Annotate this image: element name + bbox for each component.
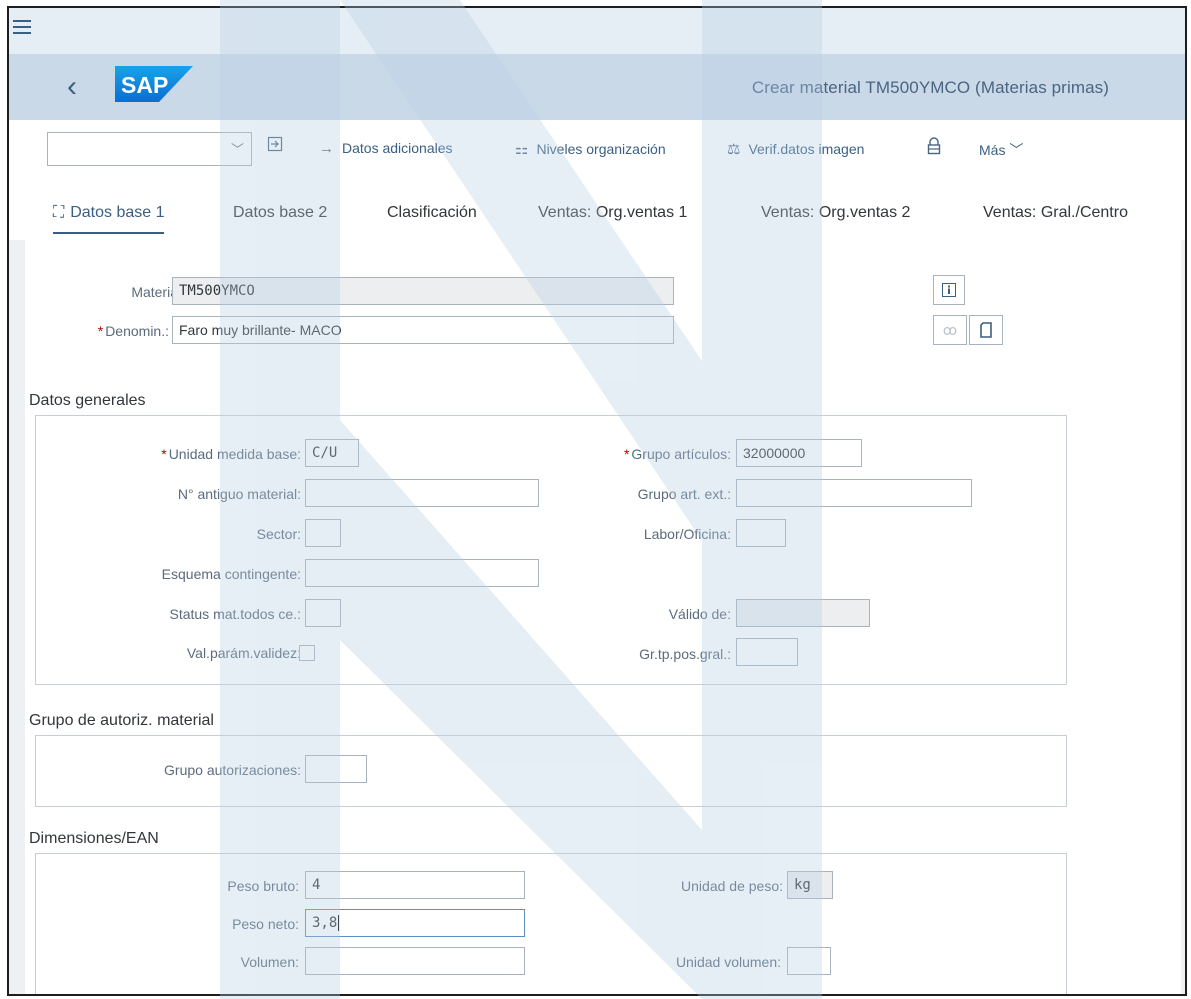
chevron-down-icon[interactable]: ﹀ — [231, 139, 245, 157]
tab-ventas-org-ventas-2[interactable]: Ventas: Org.ventas 2 — [761, 204, 910, 222]
content-area: Material: TM500YMCO * Denomin.: Faro muy … — [9, 240, 1185, 994]
hamburger-menu-icon[interactable] — [13, 20, 31, 36]
volumen-field[interactable] — [305, 947, 525, 975]
chevron-down-icon: ﹀ — [1009, 142, 1024, 158]
section-dimensiones-ean: Dimensiones/EAN — [29, 830, 159, 847]
labor-oficina-field[interactable] — [736, 519, 786, 547]
info-icon[interactable] — [933, 275, 965, 305]
lock-icon[interactable] — [927, 137, 941, 158]
text-caret — [338, 915, 340, 931]
material-field[interactable]: TM500YMCO — [172, 277, 674, 305]
tab-datos-base-1[interactable]: ⛶ Datos base 1 — [53, 204, 165, 234]
tab-ventas-gral-centro[interactable]: Ventas: Gral./Centro — [983, 204, 1128, 222]
valido-de-field[interactable] — [736, 599, 870, 627]
arrow-right-icon: → — [319, 140, 334, 157]
grupo-autorizaciones-field[interactable] — [305, 755, 367, 783]
val-param-validez-label: Val.parám.validez: — [186, 645, 301, 661]
section-datos-generales: Datos generales — [29, 392, 146, 409]
svg-text:SAP: SAP — [121, 72, 168, 98]
gr-tp-pos-gral-label: Gr.tp.pos.gral.: — [639, 646, 731, 662]
peso-bruto-field[interactable]: 4 — [305, 871, 525, 899]
org-levels-icon: ⚏ — [515, 141, 529, 158]
esquema-contingente-field[interactable] — [305, 559, 539, 587]
val-param-validez-checkbox[interactable] — [299, 645, 315, 661]
toolbar-datos-adicionales[interactable]: → Datos adicionales — [319, 140, 453, 157]
no-antiguo-material-field[interactable] — [305, 479, 539, 507]
unidad-de-peso-field[interactable]: kg — [787, 871, 833, 899]
grupo-articulos-label: * Grupo artículos: — [623, 446, 731, 462]
toolbar-mas[interactable]: Más ﹀ — [979, 140, 1023, 160]
unidad-medida-base-label: * Unidad medida base: — [161, 446, 301, 462]
toolbar-niveles-organizacion[interactable]: ⚏ Niveles organización — [515, 140, 666, 158]
save-as-icon[interactable] — [267, 136, 283, 155]
no-antiguo-material-label: N° antiguo material: — [177, 486, 301, 502]
section-grupo-autoriz: Grupo de autoriz. material — [29, 712, 214, 729]
material-icon: ⛶ — [53, 204, 65, 221]
grupo-art-ext-field[interactable] — [736, 479, 972, 507]
unidad-volumen-label: Unidad volumen: — [675, 954, 781, 970]
app-title: Crear material TM500YMCO (Materias prima… — [751, 78, 1109, 97]
denomin-field[interactable]: Faro muy brillante- MACO — [172, 316, 674, 344]
tab-datos-base-2[interactable]: Datos base 2 — [233, 204, 327, 222]
peso-bruto-label: Peso bruto: — [227, 878, 299, 894]
status-mat-field[interactable] — [305, 599, 341, 627]
back-arrow-icon[interactable]: ‹ — [57, 70, 87, 104]
shell-bar: ‹ SAP Crear material TM500YMCO (Materias… — [9, 54, 1185, 120]
grupo-art-ext-label: Grupo art. ext.: — [637, 486, 731, 502]
material-label: Material: — [131, 284, 185, 300]
peso-neto-field[interactable]: 3,8 — [305, 909, 525, 937]
gr-tp-pos-gral-field[interactable] — [736, 638, 798, 666]
sector-label: Sector: — [256, 526, 301, 542]
balance-check-icon: ⚖ — [727, 141, 741, 158]
volumen-label: Volumen: — [240, 954, 299, 970]
unidad-volumen-field[interactable] — [787, 947, 831, 975]
command-field[interactable]: ﹀ — [47, 132, 252, 166]
labor-oficina-label: Labor/Oficina: — [643, 526, 731, 542]
unidad-medida-base-field[interactable]: C/U — [305, 439, 359, 467]
grupo-autorizaciones-label: Grupo autorizaciones: — [164, 762, 301, 778]
grupo-articulos-field[interactable]: 32000000 — [736, 439, 862, 467]
tab-clasificacion[interactable]: Clasificación — [387, 204, 477, 222]
tab-strip: ⛶ Datos base 1 Datos base 2 Clasificación… — [9, 180, 1185, 240]
esquema-contingente-label: Esquema contingente: — [161, 566, 301, 582]
toolbar-verif-datos-imagen[interactable]: ⚖ Verif.datos imagen — [727, 140, 864, 158]
form-panel: Material: TM500YMCO * Denomin.: Faro muy … — [25, 240, 1181, 994]
glasses-icon: ꝏ — [933, 315, 967, 345]
toolbar: ﹀ → Datos adicionales ⚏ Niveles organizaci… — [9, 120, 1185, 180]
menu-strip — [9, 8, 1185, 54]
status-mat-label: Status mat.todos ce.: — [169, 606, 301, 622]
valido-de-label: Válido de: — [668, 606, 731, 622]
sector-field[interactable] — [305, 519, 341, 547]
unidad-de-peso-label: Unidad de peso: — [681, 878, 783, 894]
sap-window: ‹ SAP Crear material TM500YMCO (Materias… — [7, 6, 1187, 996]
denomin-label: * Denomin.: — [97, 323, 169, 339]
sap-logo: SAP — [115, 66, 193, 102]
peso-neto-label: Peso neto: — [232, 916, 299, 932]
document-icon[interactable] — [969, 315, 1003, 345]
tab-ventas-org-ventas-1[interactable]: Ventas: Org.ventas 1 — [538, 204, 687, 222]
